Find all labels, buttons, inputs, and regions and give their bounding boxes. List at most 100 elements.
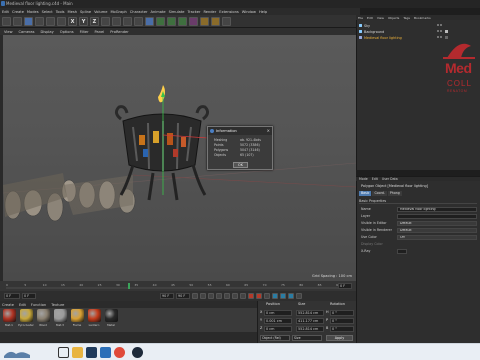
viewport-menu-options[interactable]: Options <box>60 30 74 34</box>
size-mode-dropdown[interactable]: Size <box>292 335 322 341</box>
menu-volume[interactable]: Volume <box>94 10 107 14</box>
axis-x-lock[interactable]: X <box>68 16 77 26</box>
apply-button[interactable]: Apply <box>326 335 353 341</box>
menu-edit[interactable]: Edit <box>2 10 9 14</box>
3d-viewport[interactable] <box>3 35 356 281</box>
play-icon[interactable] <box>216 293 222 299</box>
go-to-end-icon[interactable] <box>240 293 246 299</box>
rotation-p-field[interactable]: 0 ° <box>330 318 354 324</box>
deformer-icon[interactable] <box>189 16 198 26</box>
visible-in-editor-dropdown[interactable]: Default <box>397 221 477 226</box>
object-menu-view[interactable]: View <box>377 16 384 20</box>
material-item[interactable]: Metal <box>104 309 118 332</box>
position-key-icon[interactable] <box>272 293 278 299</box>
task-view-icon[interactable] <box>58 347 69 358</box>
menu-spline[interactable]: Spline <box>80 10 91 14</box>
xray-checkbox[interactable] <box>397 249 407 254</box>
visibility-dots[interactable] <box>437 30 443 33</box>
undo-icon[interactable] <box>2 16 11 26</box>
size-x-field[interactable]: 552.814 cm <box>296 310 324 316</box>
material-menu-create[interactable]: Create <box>2 303 14 307</box>
layer-field[interactable] <box>397 214 477 219</box>
previous-key-icon[interactable] <box>200 293 206 299</box>
parameter-key-icon[interactable] <box>296 293 302 299</box>
terminal-icon[interactable] <box>86 347 97 358</box>
rotation-key-icon[interactable] <box>288 293 294 299</box>
next-key-icon[interactable] <box>232 293 238 299</box>
material-menu-edit[interactable]: Edit <box>19 303 26 307</box>
menu-create[interactable]: Create <box>12 10 24 14</box>
start-frame-field[interactable]: 0 F <box>4 293 20 299</box>
tab-coord[interactable]: Coord. <box>372 191 387 196</box>
viewport-menu-cameras[interactable]: Cameras <box>19 30 35 34</box>
menu-tools[interactable]: Tools <box>56 10 65 14</box>
menu-character[interactable]: Character <box>130 10 148 14</box>
go-to-start-icon[interactable] <box>192 293 198 299</box>
viewport-menu-prorender[interactable]: ProRender <box>110 30 129 34</box>
object-row[interactable]: Sky <box>359 23 477 28</box>
keyframe-selection-icon[interactable] <box>264 293 270 299</box>
coordinate-system-icon[interactable] <box>101 16 110 26</box>
axis-z-lock[interactable]: Z <box>90 16 99 26</box>
object-menu-edit[interactable]: Edit <box>367 16 373 20</box>
viewport-menu-view[interactable]: View <box>4 30 13 34</box>
live-selection-icon[interactable] <box>24 16 33 26</box>
viewport-menu-filter[interactable]: Filter <box>80 30 89 34</box>
scale-icon[interactable] <box>46 16 55 26</box>
material-item[interactable]: Wood <box>36 309 50 332</box>
camera-icon[interactable] <box>211 16 220 26</box>
menu-modes[interactable]: Modes <box>27 10 39 14</box>
rotation-b-field[interactable]: 0 ° <box>330 326 354 332</box>
cube-icon[interactable] <box>145 16 154 26</box>
mail-icon[interactable] <box>100 347 111 358</box>
object-menu-bookmarks[interactable]: Bookmarks <box>414 16 431 20</box>
menu-extensions[interactable]: Extensions <box>219 10 239 14</box>
cloner-icon[interactable] <box>178 16 187 26</box>
menu-simulate[interactable]: Simulate <box>169 10 185 14</box>
rotation-h-field[interactable]: 0 ° <box>330 310 354 316</box>
close-icon[interactable]: × <box>267 128 270 133</box>
compositing-tag-icon[interactable] <box>445 30 448 33</box>
light-icon[interactable] <box>222 16 231 26</box>
render-picture-viewer-icon[interactable] <box>123 16 132 26</box>
menu-window[interactable]: Window <box>242 10 256 14</box>
current-frame-field[interactable]: 0 F <box>22 293 36 299</box>
axis-y-lock[interactable]: Y <box>79 16 88 26</box>
material-menu-texture[interactable]: Texture <box>51 303 64 307</box>
viewport-menu-display[interactable]: Display <box>41 30 54 34</box>
end-frame-field[interactable]: 90 F <box>160 293 174 299</box>
menu-mesh[interactable]: Mesh <box>68 10 77 14</box>
menu-mograph[interactable]: MoGraph <box>110 10 126 14</box>
preview-end-field[interactable]: 90 F <box>176 293 190 299</box>
floor-icon[interactable] <box>200 16 209 26</box>
menu-help[interactable]: Help <box>259 10 267 14</box>
position-y-field[interactable]: 0.001 cm <box>264 318 292 324</box>
position-z-field[interactable]: 0 cm <box>264 326 292 332</box>
redo-icon[interactable] <box>13 16 22 26</box>
coordinate-mode-dropdown[interactable]: Object (Rel) <box>260 335 290 341</box>
viewport-menu-panel[interactable]: Panel <box>95 30 105 34</box>
rotate-icon[interactable] <box>57 16 66 26</box>
move-icon[interactable] <box>35 16 44 26</box>
tab-phong[interactable]: Phong <box>387 191 402 196</box>
visible-in-renderer-dropdown[interactable]: Default <box>397 228 477 233</box>
chrome-icon[interactable] <box>114 347 125 358</box>
cinema4d-taskbar-icon[interactable] <box>132 347 143 358</box>
weather-widget[interactable] <box>4 347 30 358</box>
record-icon[interactable] <box>248 293 254 299</box>
subdivision-icon[interactable] <box>167 16 176 26</box>
next-frame-icon[interactable] <box>224 293 230 299</box>
autokey-icon[interactable] <box>256 293 262 299</box>
menu-render[interactable]: Render <box>203 10 216 14</box>
visibility-dots[interactable] <box>437 24 443 27</box>
object-row[interactable]: Background <box>359 29 477 34</box>
position-x-field[interactable]: 0 cm <box>264 310 292 316</box>
material-menu-function[interactable]: Function <box>31 303 46 307</box>
material-item[interactable]: Mat.3 <box>53 309 67 332</box>
object-menu-file[interactable]: File <box>358 16 363 20</box>
menu-animate[interactable]: Animate <box>151 10 166 14</box>
tab-basic[interactable]: Basic <box>359 191 372 196</box>
size-y-field[interactable]: 411.177 cm <box>296 318 324 324</box>
object-menu-tags[interactable]: Tags <box>403 16 410 20</box>
file-explorer-icon[interactable] <box>72 347 83 358</box>
